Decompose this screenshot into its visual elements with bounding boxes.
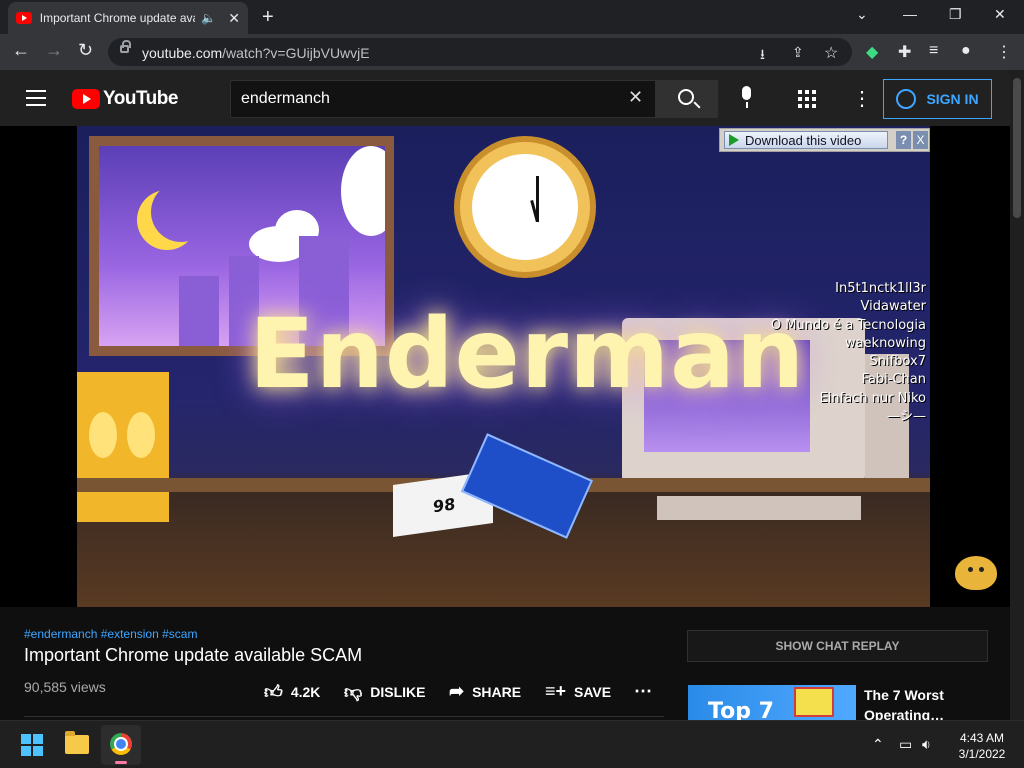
browser-toolbar: ← → ↻ youtube.com/watch?v=GUijbVUwvjE ⭳ … [0,34,1024,70]
start-windows-icon[interactable] [21,734,43,756]
voice-search-mic-icon[interactable] [736,86,758,110]
speaker-icon[interactable]: 🔈 [201,11,216,25]
menu-hamburger-icon[interactable] [26,90,46,106]
youtube-play-icon [72,89,100,109]
recommended-video-title[interactable]: The 7 Worst Operating… [864,685,1004,725]
download-video-button[interactable]: Download this video [724,131,888,149]
taskbar-clock[interactable]: 4:43 AM 3/1/2022 [950,730,1014,762]
youtube-logo[interactable]: YouTube [72,88,178,110]
search-box[interactable] [230,80,656,118]
chrome-menu-icon[interactable]: ⋮ [996,42,1012,62]
sign-in-button[interactable]: SIGN IN [883,79,992,119]
download-video-bar: Download this video ? X [719,128,930,152]
lock-icon[interactable] [120,40,131,53]
tab-close-icon[interactable]: ✕ [228,10,240,27]
moon-art [151,182,211,242]
minimize-button[interactable]: — [903,6,917,22]
file-explorer-icon[interactable] [65,731,89,754]
profile-icon[interactable]: ● [961,42,971,60]
like-button[interactable]: 👍︎ 4.2K [264,681,320,703]
video-title: Important Chrome update available SCAM [24,645,363,665]
windows-taskbar: ⌃ ▭ 🔉︎ 4:43 AM 3/1/2022 [0,720,1024,768]
media-control-icon[interactable]: ≡ [929,42,938,60]
forward-button[interactable]: → [45,40,63,61]
clear-search-icon[interactable]: ✕ [628,87,643,108]
cloud-art [341,146,385,236]
browser-tab[interactable]: Important Chrome update available SCAM 🔈… [8,2,248,34]
search-input[interactable] [241,89,621,109]
divider [24,716,664,717]
tab-title: Important Chrome update available SCAM [39,11,196,25]
reload-button[interactable]: ↻ [78,40,93,61]
video-credits: In5t1nctk1ll3r Vidawater O Mundo é a Tec… [770,281,926,425]
download-close-button[interactable]: X [913,131,928,149]
account-circle-icon [896,89,917,109]
share-button[interactable]: ➦ SHARE [449,681,521,702]
video-hashtags[interactable]: #endermanch #extension #scam [24,627,197,641]
extension-icon[interactable]: ◆ [866,42,878,62]
more-actions-button[interactable]: ⋯ [634,681,660,702]
window-close-button[interactable]: ✕ [994,6,1006,23]
settings-more-icon[interactable]: ⋮ [852,86,872,111]
network-icon[interactable]: ▭ [899,736,912,753]
share-icon[interactable]: ⇪ [792,44,804,61]
recommended-video-thumbnail[interactable]: Top 7 [688,685,856,720]
video-title-art: Enderman [249,298,806,410]
thumbs-down-icon: 👎︎ [344,682,363,702]
search-button[interactable] [656,80,718,118]
wall-clock-art [460,142,590,272]
show-chat-replay-button[interactable]: SHOW CHAT REPLAY [687,630,988,662]
apps-grid-icon[interactable] [798,90,816,108]
browser-title-bar: Important Chrome update available SCAM 🔈… [0,0,1024,34]
youtube-favicon-icon [16,12,32,24]
keyboard-art [657,496,861,520]
back-button[interactable]: ← [12,40,30,61]
search-icon [678,89,694,105]
clock-date: 3/1/2022 [958,747,1006,761]
url-text: youtube.com/watch?v=GUijbVUwvjE [142,45,370,61]
page-scrollbar[interactable] [1010,70,1024,720]
restore-button[interactable]: ❐ [949,6,962,23]
volume-icon[interactable]: 🔉︎ [922,736,931,753]
pumpkin-art [77,372,169,522]
save-button[interactable]: ≡+ SAVE [545,681,611,702]
share-arrow-icon: ➦ [449,681,465,701]
ms-logo-art [794,687,834,717]
more-horiz-icon: ⋯ [634,681,652,701]
taskbar-chrome-button[interactable] [101,725,141,765]
thumbs-up-icon: 👍︎ [264,682,283,702]
new-tab-button[interactable]: + [262,6,274,29]
view-count: 90,585 views [24,679,106,695]
active-indicator [115,761,127,764]
play-icon [729,134,739,146]
video-player[interactable]: Enderman 98 In5t1nctk1ll3r Vidawater O M… [0,126,1010,607]
address-bar[interactable]: youtube.com/watch?v=GUijbVUwvjE ⭳ ⇪ ☆ [108,38,852,66]
download-help-button[interactable]: ? [896,131,911,149]
sign-in-label: SIGN IN [926,91,979,107]
extensions-puzzle-icon[interactable]: ✚ [898,42,911,62]
scrollbar-thumb[interactable] [1013,78,1021,218]
youtube-header: YouTube ✕ ⋮ SIGN IN [0,70,1010,126]
bookmark-star-icon[interactable]: ☆ [824,43,838,63]
dislike-button[interactable]: 👎︎ DISLIKE [344,681,426,703]
building-art [179,276,219,346]
clock-time: 4:43 AM [959,731,1005,745]
youtube-logo-text: YouTube [103,88,178,109]
tab-search-icon[interactable]: ⌄ [856,6,868,23]
playlist-add-icon: ≡+ [545,681,567,701]
install-icon[interactable]: ⭳ [760,44,765,68]
chrome-icon [110,733,132,755]
channel-watermark-icon[interactable] [955,556,997,590]
chevron-up-icon[interactable]: ⌃ [872,736,884,753]
